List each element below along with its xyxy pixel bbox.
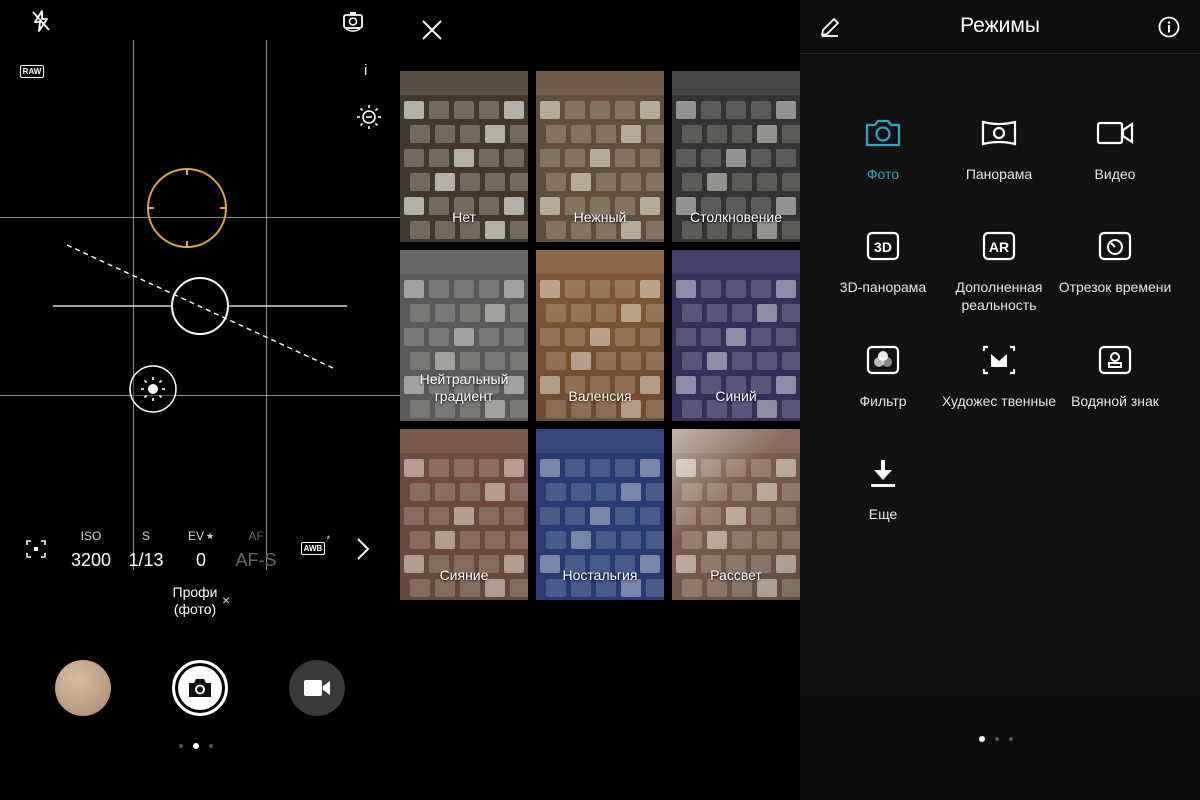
param-value: 1/13	[128, 550, 164, 570]
filter-name: Ностальгия	[562, 567, 638, 583]
mode-label: 3D-панорама	[839, 279, 927, 295]
mode-item[interactable]: Фильтр	[825, 340, 941, 410]
mode-label: Дополненная реальность	[955, 279, 1043, 313]
filter-tile[interactable]: Синий	[672, 250, 800, 421]
filter-name: Столкновение	[689, 209, 783, 225]
page-title: Режимы	[960, 14, 1040, 37]
mode-label: Фото	[866, 166, 900, 182]
filter-name: Нет	[452, 209, 476, 225]
param-label: AF	[248, 529, 264, 543]
pro-camera-panel: RAW i ISO 3200 S 1/13 EV ★ 0 AF AF-S AWB…	[0, 0, 400, 800]
filter-tile[interactable]: Ностальгия	[536, 429, 664, 600]
gallery-thumbnail[interactable]	[55, 660, 111, 716]
metering-icon[interactable]	[24, 538, 48, 560]
chevron-right-icon[interactable]	[352, 536, 374, 562]
ev-control[interactable]: EV ★ 0	[171, 528, 231, 571]
close-icon[interactable]	[420, 18, 444, 42]
page-dot	[209, 744, 213, 748]
mode-label: Водяной знак	[1071, 393, 1159, 409]
param-value: 3200	[70, 550, 112, 570]
mode-item[interactable]: 3D 3D-панорама	[825, 226, 941, 296]
panorama-icon	[979, 113, 1019, 153]
mode-label: Панорама	[965, 166, 1033, 182]
filter-name: Рассвет	[710, 567, 762, 583]
download-icon	[863, 453, 903, 493]
filter-name: Сияние	[439, 567, 489, 583]
page-dot-active	[193, 743, 199, 749]
timelapse-icon	[1095, 226, 1135, 266]
iso-control[interactable]: ISO 3200	[61, 528, 121, 571]
close-mode-button[interactable]: ×	[222, 592, 230, 608]
awb-label: AWB	[300, 541, 326, 555]
mode-label: Фильтр	[859, 393, 907, 409]
mode-label: Художес твенные	[941, 393, 1057, 409]
info-icon[interactable]	[1157, 15, 1181, 39]
filter-tile[interactable]: Рассвет	[672, 429, 800, 600]
filter-tile[interactable]: Нейтральный градиент	[400, 250, 528, 421]
page-dot-active	[979, 736, 985, 742]
shutter-speed-control[interactable]: S 1/13	[116, 528, 176, 571]
mode-item[interactable]: AR Дополненная реальность	[941, 226, 1057, 314]
camera-icon	[863, 113, 903, 153]
mode-item[interactable]: Художес твенные	[941, 340, 1057, 410]
mode-item[interactable]: Видео	[1057, 113, 1173, 183]
ar-icon: AR	[979, 226, 1019, 266]
watermark-icon	[1095, 340, 1135, 380]
video-record-button[interactable]	[289, 660, 345, 716]
modes-panel: Режимы Фото Панорама Видео 3D 3D-панорама AR Д…	[800, 0, 1200, 800]
page-indicator	[179, 743, 213, 749]
page-dot	[179, 744, 183, 748]
param-value: AF-S	[235, 550, 277, 570]
svg-text:3D: 3D	[874, 239, 892, 255]
camera-icon	[189, 679, 211, 697]
param-label: EV ★	[187, 529, 215, 543]
svg-text:AR: AR	[989, 239, 1009, 255]
page-indicator	[979, 736, 1013, 742]
mode-item[interactable]: Водяной знак	[1057, 340, 1173, 410]
filter-tile[interactable]: Столкновение	[672, 71, 800, 242]
af-control[interactable]: AF AF-S	[226, 528, 286, 571]
mode-label: Видео	[1094, 166, 1136, 182]
mode-label: Еще	[868, 506, 898, 522]
filter-icon	[863, 340, 903, 380]
focus-ring	[147, 168, 227, 248]
filter-tile[interactable]: Нежный	[536, 71, 664, 242]
page-dot	[1009, 737, 1013, 741]
filter-name: Валенсия	[568, 388, 632, 404]
filter-name: Нейтральный градиент	[419, 371, 509, 404]
mode-item[interactable]: Фото	[825, 113, 941, 183]
filter-grid: Нет Нежный Столкновение Нейтральный град…	[400, 71, 800, 600]
filter-panel: Нет Нежный Столкновение Нейтральный град…	[400, 0, 800, 800]
3d-panorama-icon: 3D	[863, 226, 903, 266]
filter-name: Синий	[715, 388, 757, 404]
video-icon	[304, 680, 330, 696]
param-label: S	[141, 529, 150, 543]
modes-header: Режимы	[800, 0, 1200, 54]
shutter-button[interactable]	[172, 660, 228, 716]
mode-item[interactable]: Еще	[825, 453, 941, 523]
mode-item[interactable]: Отрезок времени	[1057, 226, 1173, 296]
param-value: 0	[195, 550, 206, 570]
param-label: ISO	[80, 529, 102, 543]
mode-label: Отрезок времени	[1058, 279, 1172, 295]
filter-tile[interactable]: Нет	[400, 71, 528, 242]
filter-tile[interactable]: Сияние	[400, 429, 528, 600]
video-icon	[1095, 113, 1135, 153]
mode-item[interactable]: Панорама	[941, 113, 1057, 183]
page-dot	[995, 737, 999, 741]
awb-control[interactable]: AWB *	[298, 534, 330, 558]
viewfinder-overlay	[53, 168, 347, 413]
filter-name: Нежный	[573, 209, 627, 225]
artist-icon	[979, 340, 1019, 380]
filter-tile[interactable]: Валенсия	[536, 250, 664, 421]
modes-footer	[800, 696, 1200, 800]
